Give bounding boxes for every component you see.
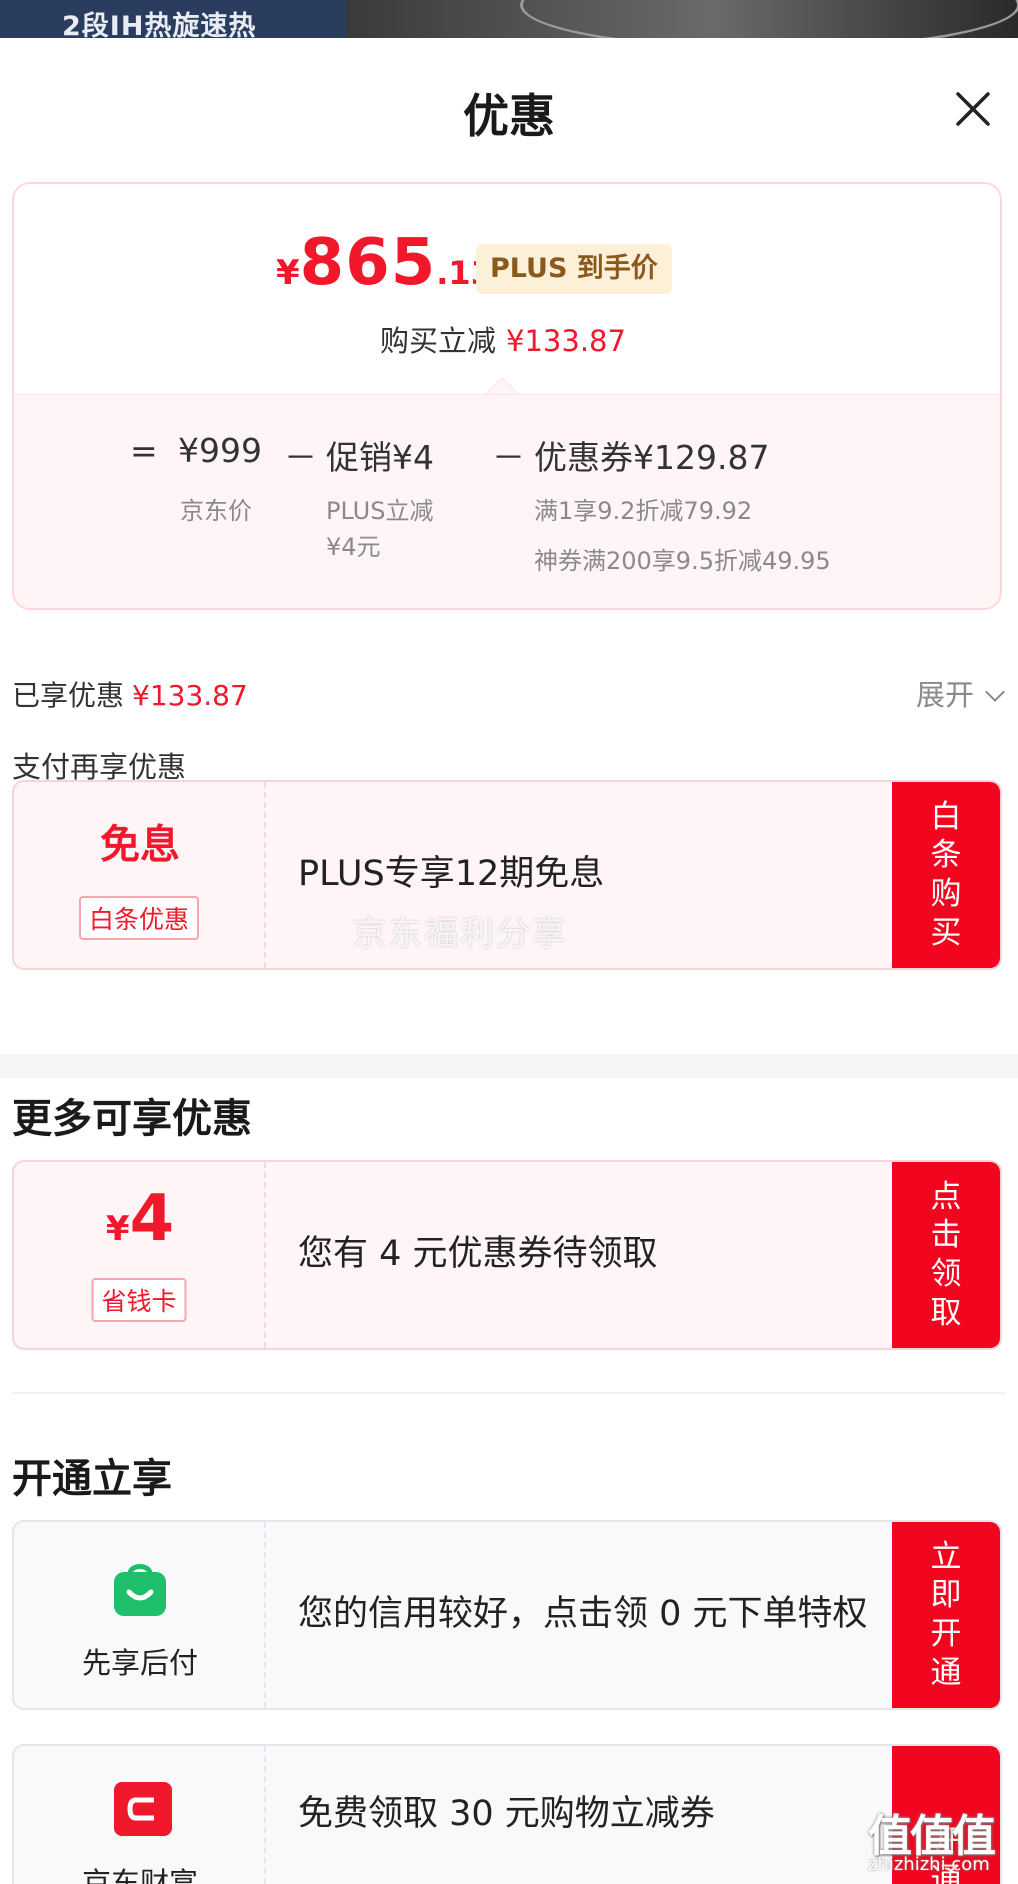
logo-url: zhizhizhi.com	[868, 1854, 990, 1875]
discount-sheet: 优惠 ¥865.13 PLUS 到手价 购买立减 ¥133.87 = ¥999 －…	[0, 38, 1018, 1884]
button-label: 立即开通	[930, 1538, 962, 1691]
coupon-currency: ¥	[105, 1209, 130, 1249]
coupon-detail: 神券满200享9.5折减49.95	[534, 547, 831, 575]
savings-card-tag: 省钱卡	[91, 1278, 187, 1322]
offer-text: 您有 4 元优惠券待领取	[298, 1234, 658, 1275]
chevron-down-icon	[985, 682, 1005, 702]
baitiao-buy-button[interactable]: 白条购买	[892, 782, 1000, 968]
offer-text: 您的信用较好，点击领 0 元下单特权	[298, 1594, 868, 1635]
more-offers-title: 更多可享优惠	[12, 1096, 252, 1142]
background-banner: 2段IH热旋速热	[0, 0, 1018, 38]
enjoyed-discount: 已享优惠 ¥133.87	[12, 674, 248, 714]
promo-detail: ¥4元	[326, 533, 381, 561]
watermark: 京东福利分享	[352, 914, 568, 954]
expand-label: 展开	[915, 678, 974, 712]
offer-left: ¥4 省钱卡	[14, 1162, 266, 1348]
wallet-icon	[112, 1780, 174, 1838]
jd-finance-label: 京东财富	[81, 1866, 198, 1884]
price-breakdown: = ¥999 － 促销¥4 － 优惠券¥129.87 京东价 PLUS立减 ¥4…	[14, 394, 1000, 608]
offer-left: 先享后付	[14, 1522, 266, 1708]
price-currency: ¥	[276, 253, 300, 293]
interest-free-title: 免息	[100, 822, 180, 868]
expand-toggle[interactable]: 展开	[915, 672, 1005, 714]
coupon-detail: 满1享9.2折减79.92	[534, 497, 753, 525]
price-card: ¥865.13 PLUS 到手价 购买立减 ¥133.87 = ¥999 － 促销…	[12, 182, 1002, 610]
offer-text: 免费领取 30 元购物立减券	[298, 1794, 715, 1835]
offer-left: 京东财富	[14, 1746, 266, 1884]
enjoyed-value: ¥133.87	[132, 679, 248, 712]
plus-price-badge: PLUS 到手价	[476, 244, 672, 294]
coupon-value: ¥4	[14, 1182, 266, 1256]
corner-logo: 值值值 zhizhizhi.com	[868, 1800, 1014, 1880]
jd-price-label: 京东价	[180, 497, 252, 525]
promo-amount: 促销¥4	[326, 438, 434, 477]
jd-finance-offer: 京东财富 免费领取 30 元购物立减券 开通	[12, 1744, 1002, 1884]
equals-sign: =	[130, 431, 158, 470]
section-divider	[0, 1054, 1018, 1078]
enjoyed-label: 已享优惠	[12, 679, 125, 712]
divider	[12, 1392, 1006, 1394]
buy-reduce: 购买立减 ¥133.87	[380, 318, 626, 360]
coupon-amount: 优惠券¥129.87	[534, 438, 770, 477]
baitiao-tag: 白条优惠	[78, 896, 200, 940]
minus-sign: －	[492, 438, 525, 477]
offer-left: 免息 白条优惠	[14, 782, 266, 968]
pay-later-offer: 先享后付 您的信用较好，点击领 0 元下单特权 立即开通	[12, 1520, 1002, 1710]
activate-button[interactable]: 立即开通	[892, 1522, 1000, 1708]
shopping-bag-icon	[112, 1558, 168, 1618]
pay-later-label: 先享后付	[81, 1646, 198, 1680]
banner-text: 2段IH热旋速热	[62, 11, 257, 38]
promo-detail: PLUS立减	[326, 497, 434, 525]
jd-price: ¥999	[178, 431, 262, 470]
buy-reduce-label: 购买立减	[380, 324, 497, 358]
final-price: ¥865.13	[276, 226, 493, 300]
coupon-amount: 4	[129, 1182, 175, 1256]
claim-button[interactable]: 点击领取	[892, 1162, 1000, 1348]
button-label: 白条购买	[930, 798, 962, 951]
open-now-title: 开通立享	[12, 1456, 172, 1502]
sheet-title: 优惠	[463, 89, 555, 143]
buy-reduce-value: ¥133.87	[506, 324, 626, 358]
price-summary: ¥865.13 PLUS 到手价 购买立减 ¥133.87	[14, 184, 1000, 394]
close-icon[interactable]	[950, 86, 996, 132]
button-label: 点击领取	[930, 1178, 962, 1331]
product-image	[520, 0, 1018, 38]
minus-sign: －	[284, 438, 317, 477]
price-integer: 865	[299, 226, 437, 300]
coupon-offer: ¥4 省钱卡 您有 4 元优惠券待领取 点击领取	[12, 1160, 1002, 1350]
